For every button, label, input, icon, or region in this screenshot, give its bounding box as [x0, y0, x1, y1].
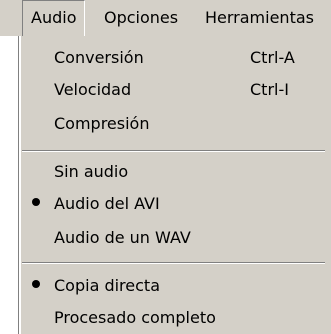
menu-separator	[22, 262, 325, 264]
shortcut-conversion: Ctrl-A	[250, 48, 295, 67]
menu-herramientas[interactable]: Herramientas	[205, 0, 314, 36]
menu-item-conversion[interactable]: Conversión	[54, 44, 144, 72]
radio-check-icon	[32, 280, 40, 288]
menu-bar: Audio Opciones Herramientas	[0, 0, 331, 36]
menu-item-audio-avi[interactable]: Audio del AVI	[54, 190, 160, 218]
menu-opciones[interactable]: Opciones	[104, 0, 178, 36]
menu-item-sin-audio[interactable]: Sin audio	[54, 158, 128, 186]
menu-item-procesado-completo[interactable]: Procesado completo	[54, 304, 216, 332]
menu-item-velocidad[interactable]: Velocidad	[54, 76, 131, 104]
menu-item-audio-wav[interactable]: Audio de un WAV	[54, 224, 191, 252]
shortcut-velocidad: Ctrl-I	[250, 80, 289, 99]
menu-item-compresion[interactable]: Compresión	[54, 110, 149, 138]
menu-separator	[22, 150, 325, 152]
radio-check-icon	[32, 198, 40, 206]
menu-audio[interactable]: Audio	[22, 0, 86, 36]
menu-item-copia-directa[interactable]: Copia directa	[54, 272, 160, 300]
dropdown-edge	[18, 36, 21, 334]
